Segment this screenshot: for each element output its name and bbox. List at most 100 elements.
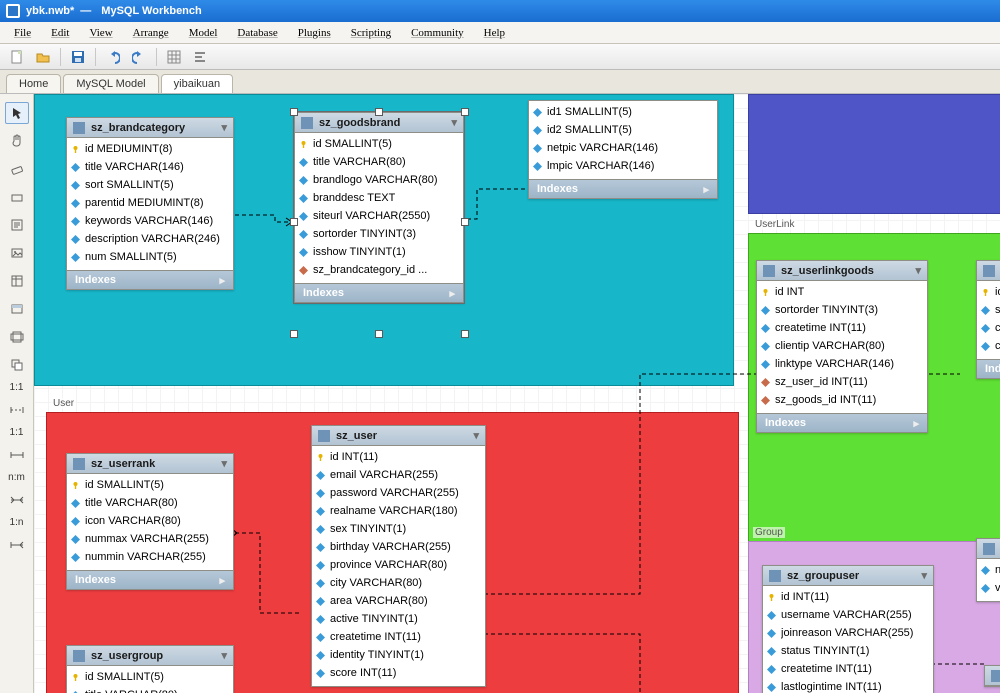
- table-top-cut[interactable]: id1 SMALLINT(5)id2 SMALLINT(5)netpic VAR…: [528, 100, 718, 199]
- collapse-icon[interactable]: ▾: [451, 116, 457, 129]
- selection-handle[interactable]: [461, 108, 469, 116]
- menu-scripting[interactable]: Scripting: [341, 22, 401, 43]
- relation-1-1-nonid-tool[interactable]: [5, 399, 29, 421]
- open-file-button[interactable]: [32, 47, 54, 67]
- column-row[interactable]: description VARCHAR(246): [71, 231, 229, 247]
- align-button[interactable]: [189, 47, 211, 67]
- new-file-button[interactable]: [6, 47, 28, 67]
- image-tool[interactable]: [5, 242, 29, 264]
- column-row[interactable]: sortorder TINYINT(3): [299, 226, 459, 242]
- table-header[interactable]: sz_user ▾: [312, 426, 485, 446]
- column-row[interactable]: nam: [981, 562, 1000, 578]
- column-row[interactable]: createtime INT(11): [316, 629, 481, 645]
- table-sz-goodsbrand[interactable]: sz_goodsbrand ▾ id SMALLINT(5)title VARC…: [294, 112, 464, 303]
- tab-diagram[interactable]: yibaikuan: [161, 74, 233, 93]
- table-indexes[interactable]: Indexes▸: [295, 283, 463, 302]
- column-row[interactable]: id2 SMALLINT(5): [533, 122, 713, 138]
- column-row[interactable]: cli: [981, 338, 1000, 354]
- column-row[interactable]: id SMALLINT(5): [299, 136, 459, 152]
- column-row[interactable]: title VARCHAR(80): [71, 687, 229, 693]
- column-row[interactable]: so: [981, 302, 1000, 318]
- column-row[interactable]: nummax VARCHAR(255): [71, 531, 229, 547]
- collapse-icon[interactable]: ▾: [915, 264, 921, 277]
- table-header[interactable]: sz: [977, 539, 1000, 559]
- column-row[interactable]: province VARCHAR(80): [316, 557, 481, 573]
- region-purple[interactable]: [748, 94, 1000, 214]
- column-row[interactable]: id INT(11): [316, 449, 481, 465]
- selection-handle[interactable]: [290, 108, 298, 116]
- column-row[interactable]: icon VARCHAR(80): [71, 513, 229, 529]
- column-row[interactable]: siteurl VARCHAR(2550): [299, 208, 459, 224]
- relation-1-n-tool[interactable]: [5, 534, 29, 556]
- menu-edit[interactable]: Edit: [41, 22, 79, 43]
- table-right-cut-2[interactable]: sz nam valu: [976, 538, 1000, 602]
- column-row[interactable]: id INT: [761, 284, 923, 300]
- column-row[interactable]: valu: [981, 580, 1000, 596]
- pointer-tool[interactable]: [5, 102, 29, 124]
- table-sz-brandcategory[interactable]: sz_brandcategory ▾ id MEDIUMINT(8)title …: [66, 117, 234, 290]
- column-row[interactable]: lastlogintime INT(11): [767, 679, 929, 693]
- menu-help[interactable]: Help: [474, 22, 515, 43]
- menu-community[interactable]: Community: [401, 22, 474, 43]
- column-row[interactable]: sz_goods_id INT(11): [761, 392, 923, 408]
- column-row[interactable]: area VARCHAR(80): [316, 593, 481, 609]
- table-header[interactable]: sz_userrank ▾: [67, 454, 233, 474]
- column-row[interactable]: isshow TINYINT(1): [299, 244, 459, 260]
- tab-model[interactable]: MySQL Model: [63, 74, 158, 93]
- menu-arrange[interactable]: Arrange: [123, 22, 179, 43]
- column-row[interactable]: status TINYINT(1): [767, 643, 929, 659]
- selection-handle[interactable]: [375, 330, 383, 338]
- column-row[interactable]: sort SMALLINT(5): [71, 177, 229, 193]
- expand-icon[interactable]: ▸: [703, 183, 709, 196]
- collapse-icon[interactable]: ▾: [221, 121, 227, 134]
- grid-toggle-button[interactable]: [163, 47, 185, 67]
- column-row[interactable]: sz_user_id INT(11): [761, 374, 923, 390]
- relation-1-1-id-tool[interactable]: [5, 444, 29, 466]
- menu-file[interactable]: File: [4, 22, 41, 43]
- routine-group-tool[interactable]: [5, 354, 29, 376]
- column-row[interactable]: sz_brandcategory_id ...: [299, 262, 459, 278]
- selection-handle[interactable]: [290, 218, 298, 226]
- selection-handle[interactable]: [375, 108, 383, 116]
- view-tool[interactable]: [5, 298, 29, 320]
- routine-tool[interactable]: [5, 326, 29, 348]
- table-right-cut-1[interactable]: idsocrcli Indexes: [976, 260, 1000, 379]
- table-sz-usergroup[interactable]: sz_usergroup ▾ id SMALLINT(5)title VARCH…: [66, 645, 234, 693]
- column-row[interactable]: createtime INT(11): [761, 320, 923, 336]
- table-header[interactable]: [985, 666, 1000, 686]
- table-indexes[interactable]: Indexes: [977, 359, 1000, 378]
- column-row[interactable]: num SMALLINT(5): [71, 249, 229, 265]
- collapse-icon[interactable]: ▾: [921, 569, 927, 582]
- column-row[interactable]: city VARCHAR(80): [316, 575, 481, 591]
- tab-home[interactable]: Home: [6, 74, 61, 93]
- column-row[interactable]: sortorder TINYINT(3): [761, 302, 923, 318]
- table-indexes[interactable]: Indexes▸: [67, 270, 233, 289]
- column-row[interactable]: realname VARCHAR(180): [316, 503, 481, 519]
- table-tool[interactable]: [5, 270, 29, 292]
- column-row[interactable]: title VARCHAR(146): [71, 159, 229, 175]
- collapse-icon[interactable]: ▾: [221, 649, 227, 662]
- table-sz-groupuser[interactable]: sz_groupuser ▾ id INT(11)username VARCHA…: [762, 565, 934, 693]
- column-row[interactable]: clientip VARCHAR(80): [761, 338, 923, 354]
- undo-button[interactable]: [102, 47, 124, 67]
- table-header[interactable]: [977, 261, 1000, 281]
- column-row[interactable]: cr: [981, 320, 1000, 336]
- table-right-cut-3[interactable]: [984, 665, 1000, 687]
- eraser-tool[interactable]: [5, 158, 29, 180]
- expand-icon[interactable]: ▸: [913, 417, 919, 430]
- column-row[interactable]: keywords VARCHAR(146): [71, 213, 229, 229]
- layer-tool[interactable]: [5, 186, 29, 208]
- table-header[interactable]: sz_userlinkgoods ▾: [757, 261, 927, 281]
- selection-handle[interactable]: [461, 218, 469, 226]
- menu-view[interactable]: View: [79, 22, 122, 43]
- column-row[interactable]: password VARCHAR(255): [316, 485, 481, 501]
- table-header[interactable]: sz_usergroup ▾: [67, 646, 233, 666]
- column-row[interactable]: identity TINYINT(1): [316, 647, 481, 663]
- menu-plugins[interactable]: Plugins: [288, 22, 341, 43]
- column-row[interactable]: sex TINYINT(1): [316, 521, 481, 537]
- column-row[interactable]: username VARCHAR(255): [767, 607, 929, 623]
- note-tool[interactable]: [5, 214, 29, 236]
- table-sz-userlinkgoods[interactable]: sz_userlinkgoods ▾ id INT sortorder TINYI…: [756, 260, 928, 433]
- table-sz-user[interactable]: sz_user ▾ id INT(11) email VARCHAR(255) pa…: [311, 425, 486, 687]
- column-row[interactable]: email VARCHAR(255): [316, 467, 481, 483]
